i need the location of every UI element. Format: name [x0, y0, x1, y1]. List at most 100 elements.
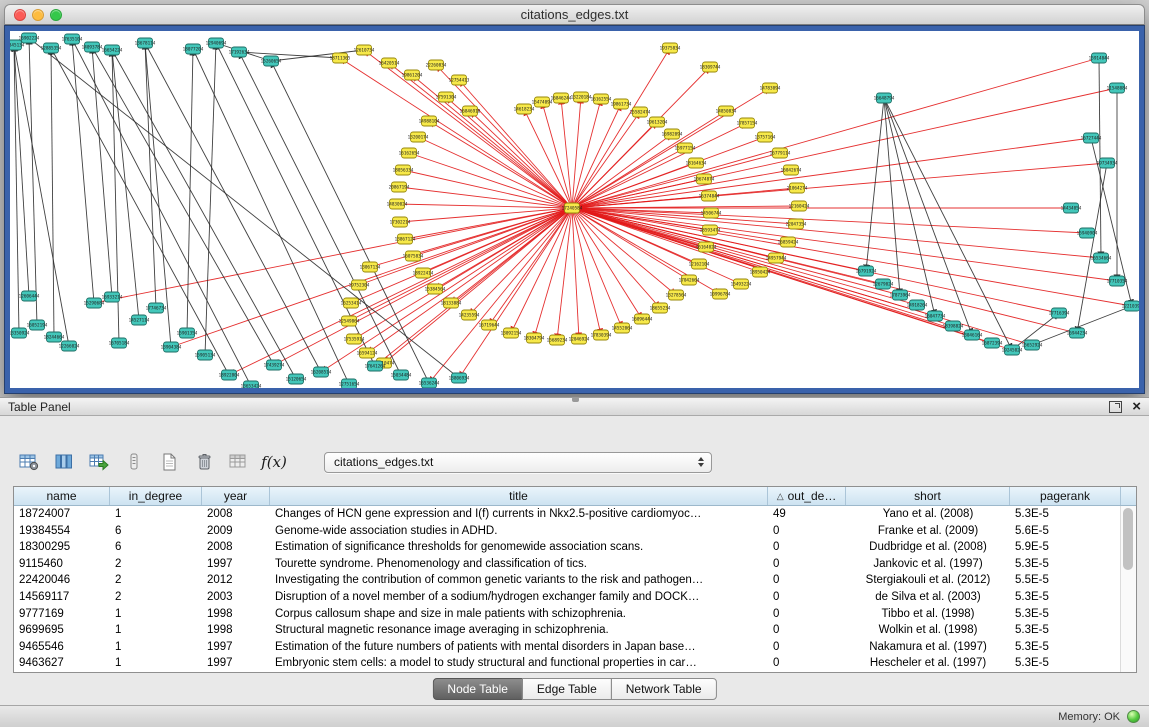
new-column-icon[interactable] — [156, 448, 182, 476]
cell-short[interactable]: Hescheler et al. (1997) — [846, 655, 1010, 672]
cell-short[interactable]: Nakamura et al. (1997) — [846, 639, 1010, 656]
network-view[interactable]: 1724058418711365126107341642051419861204… — [10, 31, 1139, 388]
graph-node[interactable]: 13278564 — [666, 290, 687, 300]
graph-node[interactable]: 13806934 — [449, 373, 470, 383]
graph-node[interactable]: 16208514 — [311, 367, 332, 377]
cell-year[interactable]: 1997 — [202, 655, 270, 672]
graph-node[interactable]: 12266024 — [59, 341, 80, 351]
cell-title[interactable]: Investigating the contribution of common… — [270, 572, 768, 589]
graph-node[interactable]: 14527114 — [129, 315, 150, 325]
cell-out_degree[interactable]: 0 — [768, 639, 846, 656]
graph-node[interactable]: 16534664 — [1091, 253, 1112, 263]
graph-node[interactable]: 18133884 — [441, 298, 462, 308]
graph-node[interactable]: 13350924 — [10, 328, 30, 338]
cell-out_degree[interactable]: 0 — [768, 539, 846, 556]
graph-node[interactable]: 16791924 — [856, 266, 877, 276]
graph-node[interactable]: 13678114 — [135, 38, 156, 48]
graph-node[interactable]: 16047734 — [925, 311, 946, 321]
graph-node[interactable]: 18244664 — [44, 332, 65, 342]
graph-node[interactable]: 18398824 — [943, 321, 964, 331]
table-panel-header[interactable]: Table Panel × — [0, 397, 1149, 416]
graph-node[interactable]: 13757164 — [755, 132, 776, 142]
graph-node[interactable]: 21064274 — [787, 183, 808, 193]
cell-title[interactable]: Structural magnetic resonance image aver… — [270, 622, 768, 639]
graph-node[interactable]: 18056334 — [393, 165, 414, 175]
function-builder-icon[interactable]: f(x) — [261, 448, 287, 476]
graph-node[interactable]: 18950424 — [750, 267, 771, 277]
delete-table-icon[interactable] — [226, 448, 252, 476]
graph-node[interactable]: 12162104 — [689, 259, 710, 269]
cell-name[interactable]: 19384554 — [14, 523, 110, 540]
graph-node[interactable]: 19245024 — [1002, 345, 1023, 355]
graph-node[interactable]: 16594124 — [357, 348, 378, 358]
graph-node[interactable]: 14506744 — [701, 208, 722, 218]
cell-out_degree[interactable]: 0 — [768, 622, 846, 639]
network-graph[interactable]: 1724058418711365126107341642051419861204… — [10, 31, 1139, 388]
cell-out_degree[interactable]: 0 — [768, 523, 846, 540]
graph-node[interactable]: 20867194 — [389, 182, 410, 192]
graph-node[interactable]: 19861734 — [611, 99, 632, 109]
cell-out_degree[interactable]: 0 — [768, 606, 846, 623]
cell-short[interactable]: Tibbo et al. (1998) — [846, 606, 1010, 623]
cell-pagerank[interactable]: 5.9E-5 — [1010, 539, 1121, 556]
cell-short[interactable]: de Silva et al. (2003) — [846, 589, 1010, 606]
delete-column-icon[interactable] — [191, 448, 217, 476]
graph-node[interactable]: 18711365 — [330, 53, 351, 63]
graph-node[interactable]: 16705184 — [109, 338, 130, 348]
graph-node[interactable]: 16162554 — [591, 94, 612, 104]
graph-node[interactable]: 17042664 — [679, 275, 700, 285]
cell-out_degree[interactable]: 0 — [768, 572, 846, 589]
cell-year[interactable]: 2012 — [202, 572, 270, 589]
cell-pagerank[interactable]: 5.3E-5 — [1010, 589, 1121, 606]
cell-short[interactable]: Jankovic et al. (1997) — [846, 556, 1010, 573]
graph-node[interactable]: 10996784 — [710, 289, 731, 299]
graph-node[interactable]: 11548084 — [1107, 83, 1128, 93]
cell-out_degree[interactable]: 0 — [768, 556, 846, 573]
table-scrollbar[interactable] — [1120, 506, 1136, 672]
graph-node[interactable]: 16719644 — [479, 320, 500, 330]
cell-out_degree[interactable]: 49 — [768, 506, 846, 523]
graph-node[interactable]: 15901354 — [177, 328, 198, 338]
graph-node[interactable]: 14918264 — [907, 300, 928, 310]
cell-short[interactable]: Dudbridge et al. (2008) — [846, 539, 1010, 556]
cell-title[interactable]: Changes of HCN gene expression and I(f) … — [270, 506, 768, 523]
cell-in_degree[interactable]: 2 — [110, 589, 202, 606]
graph-node[interactable]: 17240584 — [562, 203, 583, 213]
graph-node[interactable]: 16944234 — [1067, 328, 1088, 338]
graph-node[interactable]: 16042674 — [781, 165, 802, 175]
column-header-year[interactable]: year — [202, 487, 270, 505]
graph-node[interactable]: 16846910 — [460, 106, 481, 116]
cell-year[interactable]: 1997 — [202, 639, 270, 656]
graph-node[interactable]: 17641264 — [365, 361, 386, 371]
graph-node[interactable]: 16902224 — [19, 33, 40, 43]
cell-title[interactable]: Estimation of significance thresholds fo… — [270, 539, 768, 556]
graph-node[interactable]: 18922414 — [413, 268, 434, 278]
graph-node[interactable]: 14618234 — [514, 104, 535, 114]
table-selector-dropdown[interactable]: citations_edges.txt — [324, 452, 712, 473]
import-table-icon[interactable] — [86, 448, 112, 476]
graph-node[interactable]: 22047354 — [786, 219, 807, 229]
cell-in_degree[interactable]: 6 — [110, 539, 202, 556]
graph-node[interactable]: 13200174 — [408, 132, 429, 142]
cell-name[interactable]: 18300295 — [14, 539, 110, 556]
graph-node[interactable]: 18922804 — [219, 370, 240, 380]
graph-node[interactable]: 17746734 — [146, 303, 167, 313]
cell-out_degree[interactable]: 0 — [768, 589, 846, 606]
cell-in_degree[interactable]: 1 — [110, 506, 202, 523]
graph-node[interactable]: 17857154 — [737, 118, 758, 128]
graph-node[interactable]: 16052194 — [27, 320, 48, 330]
table-settings-icon[interactable] — [16, 448, 42, 476]
graph-node[interactable]: 10674874 — [694, 174, 715, 184]
graph-node[interactable]: 12046924 — [569, 334, 590, 344]
cell-name[interactable]: 9699695 — [14, 622, 110, 639]
select-columns-icon[interactable] — [51, 448, 77, 476]
graph-node[interactable]: 18593474 — [700, 225, 721, 235]
cell-year[interactable]: 2003 — [202, 589, 270, 606]
cell-pagerank[interactable]: 5.3E-5 — [1010, 622, 1121, 639]
graph-node[interactable]: 16648794 — [874, 93, 895, 103]
graph-node[interactable]: 16420514 — [379, 58, 400, 68]
graph-node[interactable]: 14434054 — [1061, 203, 1082, 213]
close-panel-icon[interactable]: × — [1132, 400, 1141, 414]
graph-node[interactable]: 12160424 — [789, 201, 810, 211]
column-header-out_degree[interactable]: △out_de… — [768, 487, 846, 505]
